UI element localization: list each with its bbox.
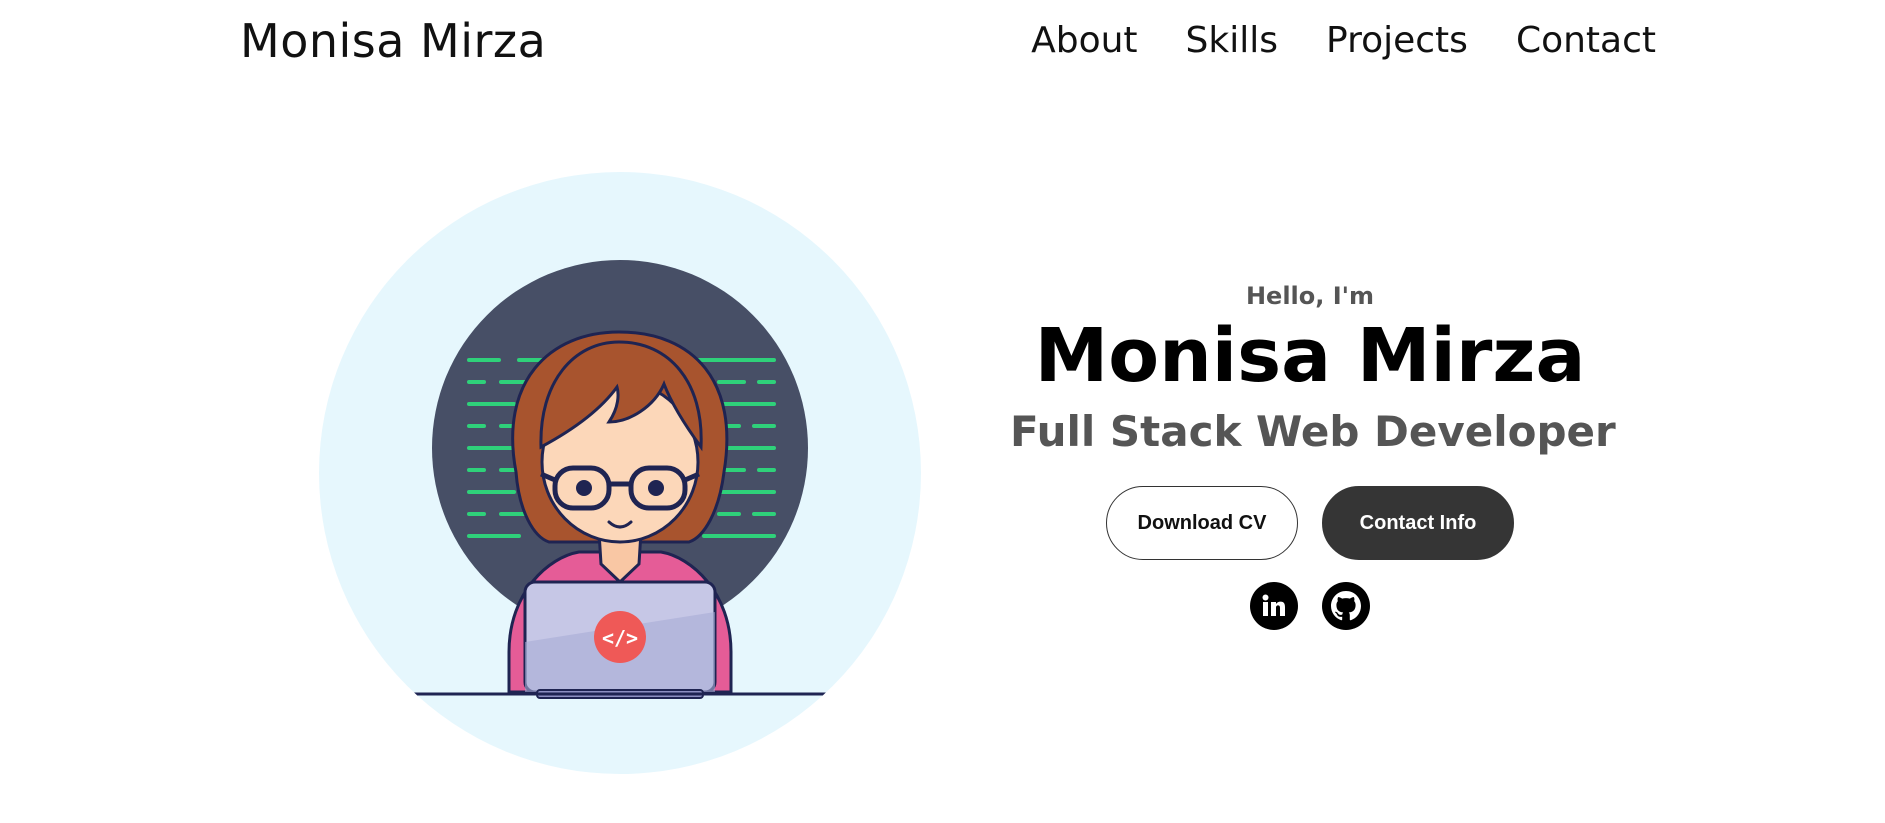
hero-name: Monisa Mirza [1034, 313, 1586, 399]
social-links [1010, 582, 1610, 631]
nav-item-about: About [1031, 20, 1137, 61]
nav-item-skills: Skills [1186, 20, 1278, 61]
hero-buttons: Download CV Contact Info [1010, 486, 1610, 561]
linkedin-icon[interactable] [1250, 582, 1298, 631]
developer-illustration: </> [414, 260, 826, 699]
nav-link-about[interactable]: About [1031, 20, 1137, 61]
hero-greeting: Hello, I'm [1245, 282, 1375, 310]
nav-links: About Skills Projects Contact [1031, 20, 1656, 61]
laptop-logo-text: </> [602, 626, 638, 650]
download-cv-button[interactable]: Download CV [1106, 486, 1298, 561]
left-eye [576, 480, 592, 496]
site-logo[interactable]: Monisa Mirza [240, 14, 546, 68]
contact-info-button[interactable]: Contact Info [1322, 486, 1514, 561]
github-icon[interactable] [1322, 582, 1370, 631]
hero-role: Full Stack Web Developer [1010, 407, 1616, 457]
hero-text: Hello, I'm Monisa Mirza Full Stack Web D… [1010, 282, 1616, 631]
nav-link-projects[interactable]: Projects [1326, 20, 1468, 61]
nav-item-contact: Contact [1516, 20, 1656, 61]
profile-picture: </> [319, 172, 921, 774]
nav-item-projects: Projects [1326, 20, 1468, 61]
right-eye [648, 480, 664, 496]
nav-link-skills[interactable]: Skills [1186, 20, 1278, 61]
site-header: Monisa Mirza About Skills Projects Conta… [0, 0, 1885, 86]
nav-link-contact[interactable]: Contact [1516, 20, 1656, 61]
